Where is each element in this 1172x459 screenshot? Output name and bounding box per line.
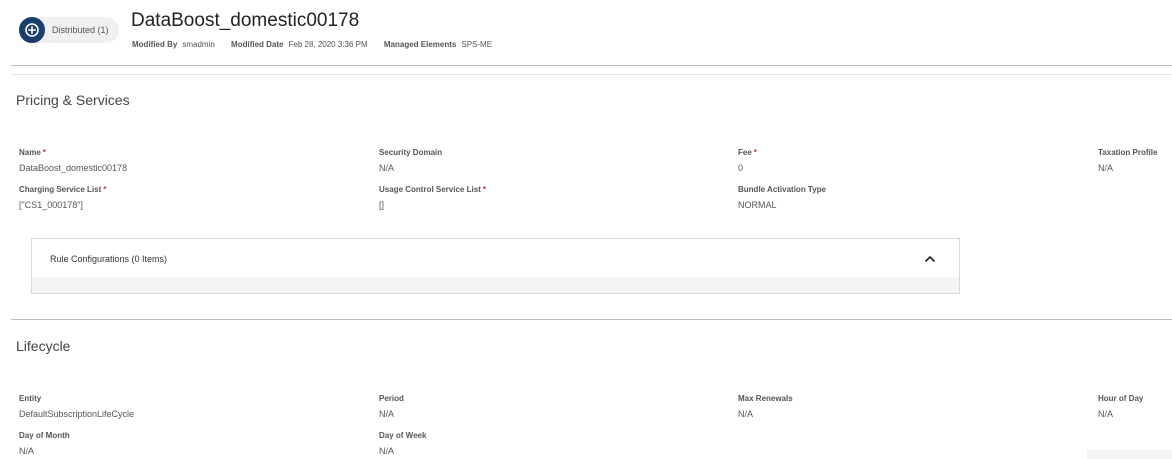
status-label: Distributed (1) xyxy=(52,25,109,35)
field-label: Period xyxy=(379,394,404,403)
section-title-lifecycle: Lifecycle xyxy=(16,338,71,354)
field-value: NORMAL xyxy=(738,200,777,210)
plus-circle-icon[interactable] xyxy=(19,17,45,43)
section-title-pricing: Pricing & Services xyxy=(16,92,130,108)
field-hour-of-day: Hour of Day N/A xyxy=(1098,388,1143,419)
field-label: Hour of Day xyxy=(1098,394,1144,403)
required-marker: * xyxy=(482,185,486,194)
field-value: N/A xyxy=(379,163,395,173)
field-value: N/A xyxy=(738,409,754,419)
field-day-of-month: Day of Month N/A xyxy=(19,425,70,456)
field-value: N/A xyxy=(1098,409,1114,419)
chevron-up-icon[interactable] xyxy=(923,253,937,265)
required-marker: * xyxy=(753,148,757,157)
field-value: N/A xyxy=(1098,163,1114,173)
footer-panel xyxy=(1087,450,1172,459)
field-label: Day of Week xyxy=(379,431,427,440)
field-label: Day of Month xyxy=(19,431,70,440)
page-title: DataBoost_domestic00178 xyxy=(131,10,360,31)
rule-configurations-panel: Rule Configurations (0 Items) xyxy=(31,238,960,294)
field-fee: Fee * 0 xyxy=(738,142,757,173)
header-divider xyxy=(11,65,1172,66)
field-value: [] xyxy=(379,200,385,210)
meta-value-modified-by: smadmin xyxy=(182,40,215,49)
field-taxation-profile: Taxation Profile N/A xyxy=(1098,142,1157,173)
meta-key-modified-by: Modified By xyxy=(132,40,178,49)
field-label: Max Renewals xyxy=(738,394,793,403)
header-divider-faint xyxy=(11,74,1172,75)
field-max-renewals: Max Renewals N/A xyxy=(738,388,793,419)
field-value: N/A xyxy=(19,446,35,456)
meta-key-managed-elements: Managed Elements xyxy=(383,40,457,49)
required-marker: * xyxy=(103,185,107,194)
field-security-domain: Security Domain N/A xyxy=(379,142,442,173)
field-value: DefaultSubscriptionLifeCycle xyxy=(19,409,135,419)
field-label: Charging Service List xyxy=(19,185,102,194)
required-marker: * xyxy=(42,148,46,157)
field-value: N/A xyxy=(379,409,395,419)
rule-configurations-header[interactable]: Rule Configurations (0 Items) xyxy=(32,239,959,277)
field-usage-control-service-list: Usage Control Service List * [] xyxy=(379,179,486,210)
field-label: Entity xyxy=(19,394,42,403)
field-entity: Entity DefaultSubscriptionLifeCycle xyxy=(19,388,134,419)
field-label: Bundle Activation Type xyxy=(738,185,827,194)
field-charging-service-list: Charging Service List * ["CS1_000178"] xyxy=(19,179,106,210)
field-label: Name xyxy=(19,148,41,157)
section-divider xyxy=(11,319,1172,320)
field-value: ["CS1_000178"] xyxy=(19,200,83,210)
meta-row: Modified By smadmin Modified Date Feb 28, … xyxy=(132,40,506,49)
meta-key-modified-date: Modified Date xyxy=(231,40,284,49)
field-bundle-activation-type: Bundle Activation Type NORMAL xyxy=(738,179,826,210)
field-label: Fee xyxy=(738,148,752,157)
rule-configurations-body xyxy=(32,277,959,293)
meta-value-modified-date: Feb 28, 2020 3:36 PM xyxy=(288,40,368,49)
rule-configurations-title: Rule Configurations (0 Items) xyxy=(50,254,168,264)
field-label: Security Domain xyxy=(379,148,443,157)
field-value: N/A xyxy=(379,446,395,456)
field-label: Usage Control Service List xyxy=(379,185,481,194)
meta-value-managed-elements: SPS-ME xyxy=(461,40,493,49)
field-value: DataBoost_domestic00178 xyxy=(19,163,128,173)
field-period: Period N/A xyxy=(379,388,404,419)
field-label: Taxation Profile xyxy=(1098,148,1158,157)
status-badge[interactable]: Distributed (1) xyxy=(19,17,119,43)
field-name: Name * DataBoost_domestic00178 xyxy=(19,142,127,173)
field-value: 0 xyxy=(738,163,744,173)
field-day-of-week: Day of Week N/A xyxy=(379,425,426,456)
